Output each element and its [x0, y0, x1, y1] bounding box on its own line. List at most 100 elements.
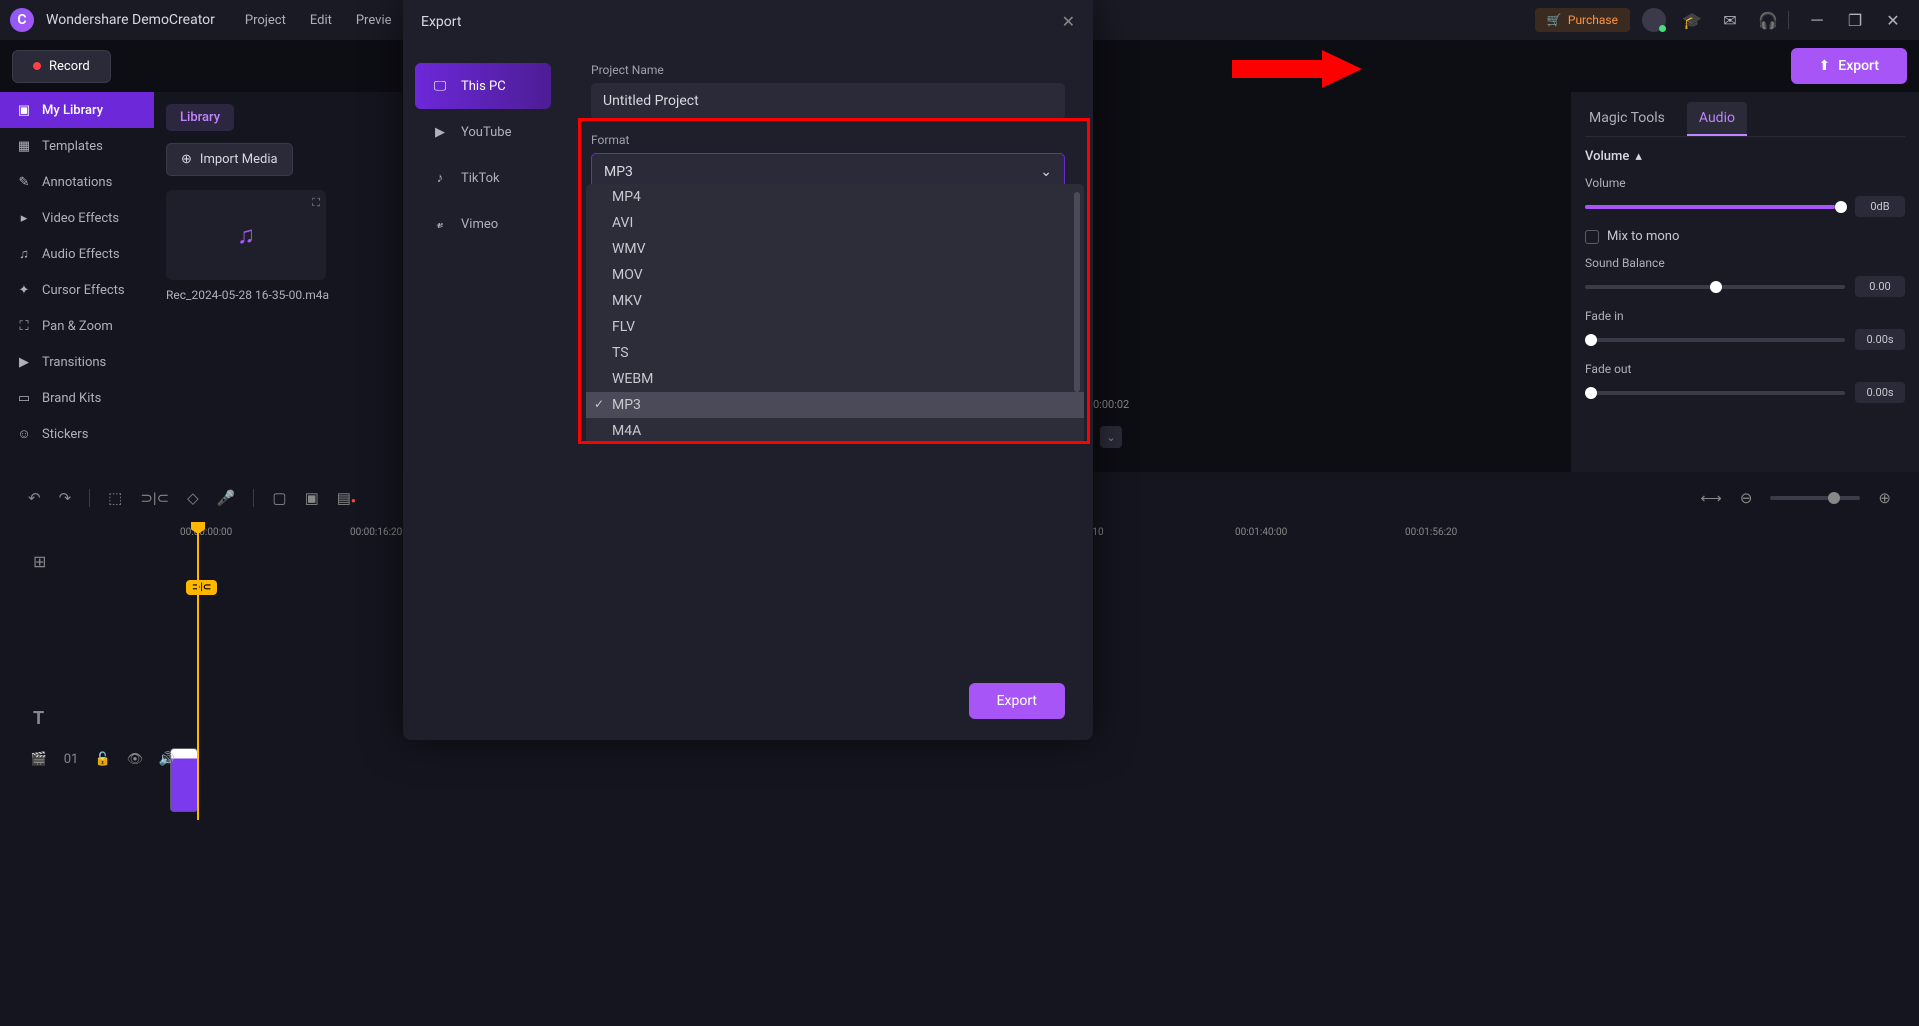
- fade-out-slider[interactable]: [1585, 391, 1845, 395]
- menu-preview[interactable]: Previe: [356, 13, 392, 28]
- tool-button-2[interactable]: ▣: [305, 489, 319, 507]
- media-filename: Rec_2024-05-28 16-35-00.m4a: [166, 288, 390, 302]
- dialog-header: Export ✕: [403, 0, 1093, 43]
- youtube-icon: ▶: [431, 123, 449, 141]
- format-option-mp4[interactable]: MP4: [586, 184, 1084, 210]
- props-tabs: Magic Tools Audio: [1585, 102, 1905, 137]
- menu-project[interactable]: Project: [245, 13, 286, 28]
- ruler-mark: 00:01:40:00: [1235, 527, 1287, 538]
- volume-slider[interactable]: [1585, 205, 1845, 209]
- music-icon: ♫: [237, 221, 255, 250]
- tab-magic-tools[interactable]: Magic Tools: [1585, 102, 1669, 136]
- tool-button-3[interactable]: ▤●: [337, 489, 356, 507]
- mail-icon[interactable]: ✉: [1716, 6, 1744, 34]
- tool-button-1[interactable]: ▢: [272, 489, 286, 507]
- dialog-title: Export: [421, 14, 461, 30]
- close-button[interactable]: ✕: [1877, 4, 1909, 36]
- mix-mono-label: Mix to mono: [1607, 229, 1679, 244]
- format-option-mov[interactable]: MOV: [586, 262, 1084, 288]
- voiceover-button[interactable]: 🎤: [217, 489, 236, 507]
- sidebar-item-annotations[interactable]: ✎Annotations: [0, 164, 154, 200]
- minimize-button[interactable]: ─: [1801, 4, 1833, 36]
- undo-button[interactable]: ↶: [28, 489, 41, 507]
- video-fx-icon: ▸: [16, 210, 32, 226]
- dropdown-scrollbar[interactable]: [1074, 192, 1080, 392]
- format-option-wmv[interactable]: WMV: [586, 236, 1084, 262]
- zoom-out-button[interactable]: ⊖: [1740, 489, 1753, 507]
- app-name: Wondershare DemoCreator: [46, 12, 215, 28]
- track-number: 01: [60, 748, 82, 770]
- format-option-mp3[interactable]: MP3: [586, 392, 1084, 418]
- format-option-avi[interactable]: AVI: [586, 210, 1084, 236]
- balance-slider[interactable]: [1585, 285, 1845, 289]
- crop-button[interactable]: ⬚: [108, 489, 122, 507]
- record-button[interactable]: Record: [12, 50, 111, 83]
- fade-out-value[interactable]: 0.00s: [1855, 382, 1905, 403]
- fit-button[interactable]: ⟷: [1700, 489, 1722, 507]
- sidebar-item-audio-effects[interactable]: ♫Audio Effects: [0, 236, 154, 272]
- preview-collapse-button[interactable]: ⌄: [1100, 426, 1122, 448]
- format-option-ts[interactable]: TS: [586, 340, 1084, 366]
- playhead[interactable]: [197, 530, 199, 820]
- redo-button[interactable]: ↷: [59, 489, 72, 507]
- format-option-flv[interactable]: FLV: [586, 314, 1084, 340]
- media-thumbnail[interactable]: ♫ ⛶: [166, 190, 326, 280]
- fade-in-value[interactable]: 0.00s: [1855, 329, 1905, 350]
- purchase-label: Purchase: [1568, 13, 1618, 27]
- templates-icon: ▦: [16, 138, 32, 154]
- tab-audio[interactable]: Audio: [1687, 102, 1747, 136]
- ruler-mark: 00:00:00:00: [180, 527, 232, 538]
- expand-icon[interactable]: ⛶: [312, 196, 320, 210]
- sidebar-label: Audio Effects: [42, 247, 120, 262]
- export-tab-vimeo[interactable]: 𝓿Vimeo: [415, 201, 551, 247]
- graduation-icon[interactable]: 🎓: [1678, 6, 1706, 34]
- avatar-button[interactable]: [1640, 6, 1668, 34]
- balance-value[interactable]: 0.00: [1855, 276, 1905, 297]
- zoom-in-button[interactable]: ⊕: [1878, 489, 1891, 507]
- format-option-m4a[interactable]: M4A: [586, 418, 1084, 444]
- export-button-main[interactable]: ⬆ Export: [1791, 48, 1907, 84]
- upload-icon: ⬆: [1819, 58, 1831, 74]
- sidebar-item-cursor-effects[interactable]: ✦Cursor Effects: [0, 272, 154, 308]
- split-button[interactable]: ⊃|⊂: [140, 489, 169, 507]
- maximize-button[interactable]: ❐: [1839, 4, 1871, 36]
- zoom-slider[interactable]: [1770, 496, 1860, 500]
- sidebar-item-pan-zoom[interactable]: ⛶Pan & Zoom: [0, 308, 154, 344]
- import-media-button[interactable]: ⊕ Import Media: [166, 143, 293, 176]
- mix-mono-checkbox[interactable]: [1585, 230, 1599, 244]
- sidebar-item-transitions[interactable]: ▶Transitions: [0, 344, 154, 380]
- volume-section-header[interactable]: Volume▴: [1585, 149, 1905, 164]
- sidebar-item-brand-kits[interactable]: ▭Brand Kits: [0, 380, 154, 416]
- dialog-close-button[interactable]: ✕: [1062, 12, 1075, 31]
- export-tab-tiktok[interactable]: ♪TikTok: [415, 155, 551, 201]
- format-option-webm[interactable]: WEBM: [586, 366, 1084, 392]
- visibility-button[interactable]: 👁: [124, 748, 146, 770]
- sidebar-item-stickers[interactable]: ☺Stickers: [0, 416, 154, 452]
- pc-icon: 🖵: [431, 77, 449, 95]
- sidebar-item-my-library[interactable]: ▣My Library: [0, 92, 154, 128]
- collapse-icon: ▴: [1635, 149, 1642, 164]
- format-option-mkv[interactable]: MKV: [586, 288, 1084, 314]
- purchase-button[interactable]: 🛒 Purchase: [1535, 8, 1630, 32]
- format-dropdown: MP4 AVI WMV MOV MKV FLV TS WEBM MP3 M4A: [586, 184, 1084, 444]
- track-type-icon: 🎬: [28, 748, 50, 770]
- marker-button[interactable]: ◇: [187, 489, 199, 507]
- dialog-export-button[interactable]: Export: [969, 683, 1065, 719]
- sidebar-item-templates[interactable]: ▦Templates: [0, 128, 154, 164]
- sidebar-label: Video Effects: [42, 211, 119, 226]
- fade-in-slider[interactable]: [1585, 338, 1845, 342]
- volume-value[interactable]: 0dB: [1855, 196, 1905, 217]
- mute-button[interactable]: 🔊: [156, 748, 178, 770]
- ruler-mark: 00:01:56:20: [1405, 527, 1457, 538]
- headset-icon[interactable]: 🎧: [1754, 6, 1782, 34]
- add-track-button[interactable]: ⊞: [33, 552, 46, 571]
- library-tab[interactable]: Library: [166, 104, 234, 131]
- sidebar-item-video-effects[interactable]: ▸ Video Effects: [0, 200, 154, 236]
- left-sidebar: ▣My Library ▦Templates ✎Annotations ▸ Vid…: [0, 92, 154, 472]
- project-name-input[interactable]: [591, 83, 1065, 119]
- lock-track-button[interactable]: 🔓: [92, 748, 114, 770]
- menu-edit[interactable]: Edit: [310, 13, 332, 28]
- chevron-down-icon: ⌄: [1040, 164, 1052, 180]
- export-tab-this-pc[interactable]: 🖵This PC: [415, 63, 551, 109]
- export-tab-youtube[interactable]: ▶YouTube: [415, 109, 551, 155]
